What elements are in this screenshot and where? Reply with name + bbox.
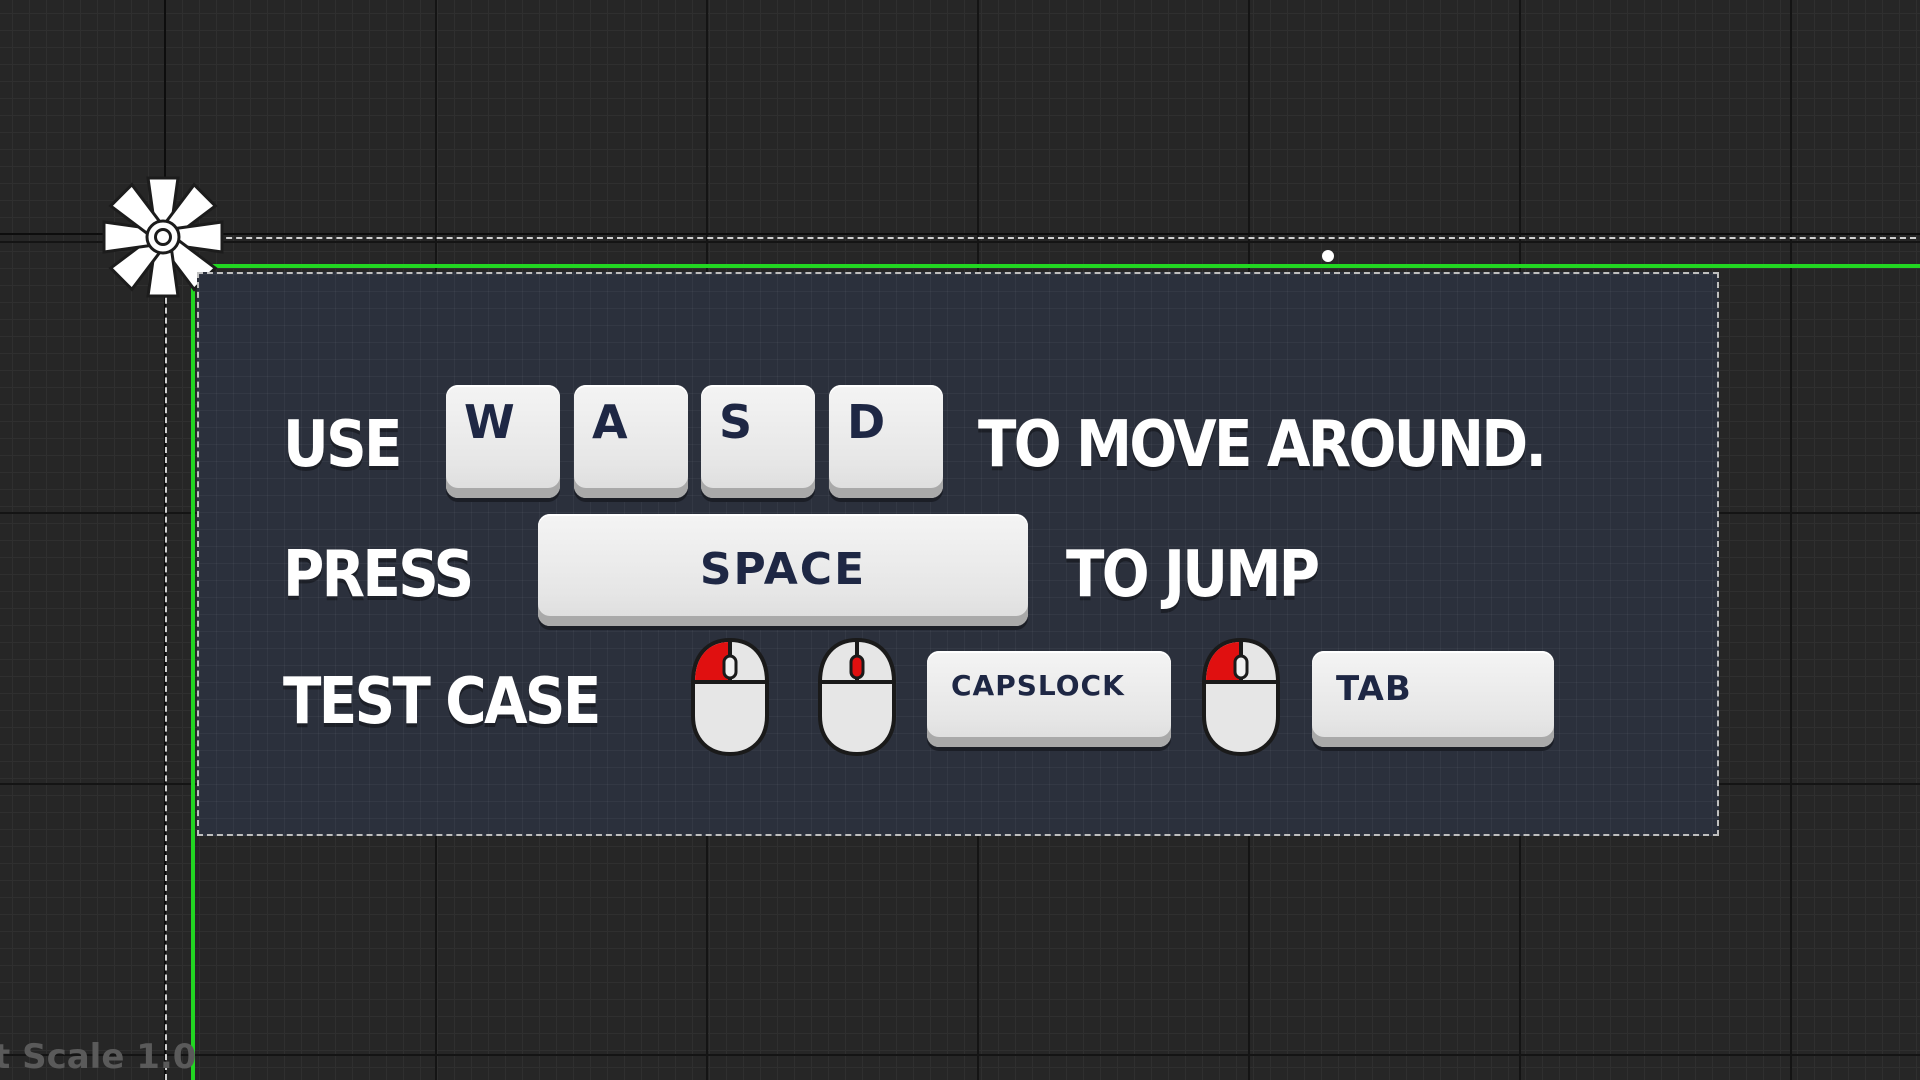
- mouse-middle-click-icon: [818, 638, 896, 756]
- key-tab: TAB: [1312, 651, 1554, 747]
- dpi-scale-label: t Scale 1.0: [0, 1037, 197, 1077]
- key-a: A: [574, 385, 688, 498]
- safe-zone-top-edge: [191, 264, 1920, 268]
- key-w: W: [446, 385, 560, 498]
- pivot-handle[interactable]: [1322, 250, 1334, 262]
- row1-suffix: TO MOVE AROUND.: [978, 408, 1547, 482]
- canvas-bounds-left: [165, 238, 167, 1080]
- row2-prefix: PRESS: [283, 538, 474, 612]
- origin-axis-horizontal: [0, 233, 1920, 235]
- key-capslock: CAPSLOCK: [927, 651, 1171, 747]
- key-d: D: [829, 385, 943, 498]
- canvas-bounds-top: [166, 237, 1920, 239]
- key-s: S: [701, 385, 815, 498]
- row2-suffix: TO JUMP: [1066, 538, 1320, 612]
- mouse-left-click-icon: [1202, 638, 1280, 756]
- row1-prefix: USE: [283, 408, 402, 482]
- designer-canvas[interactable]: USE W A S D TO MOVE AROUND. PRESS SPACE …: [0, 0, 1920, 1080]
- row3-prefix: TEST CASE: [283, 665, 601, 739]
- safe-zone-left-edge: [191, 264, 195, 1080]
- key-space: SPACE: [538, 514, 1028, 626]
- mouse-left-click-icon: [691, 638, 769, 756]
